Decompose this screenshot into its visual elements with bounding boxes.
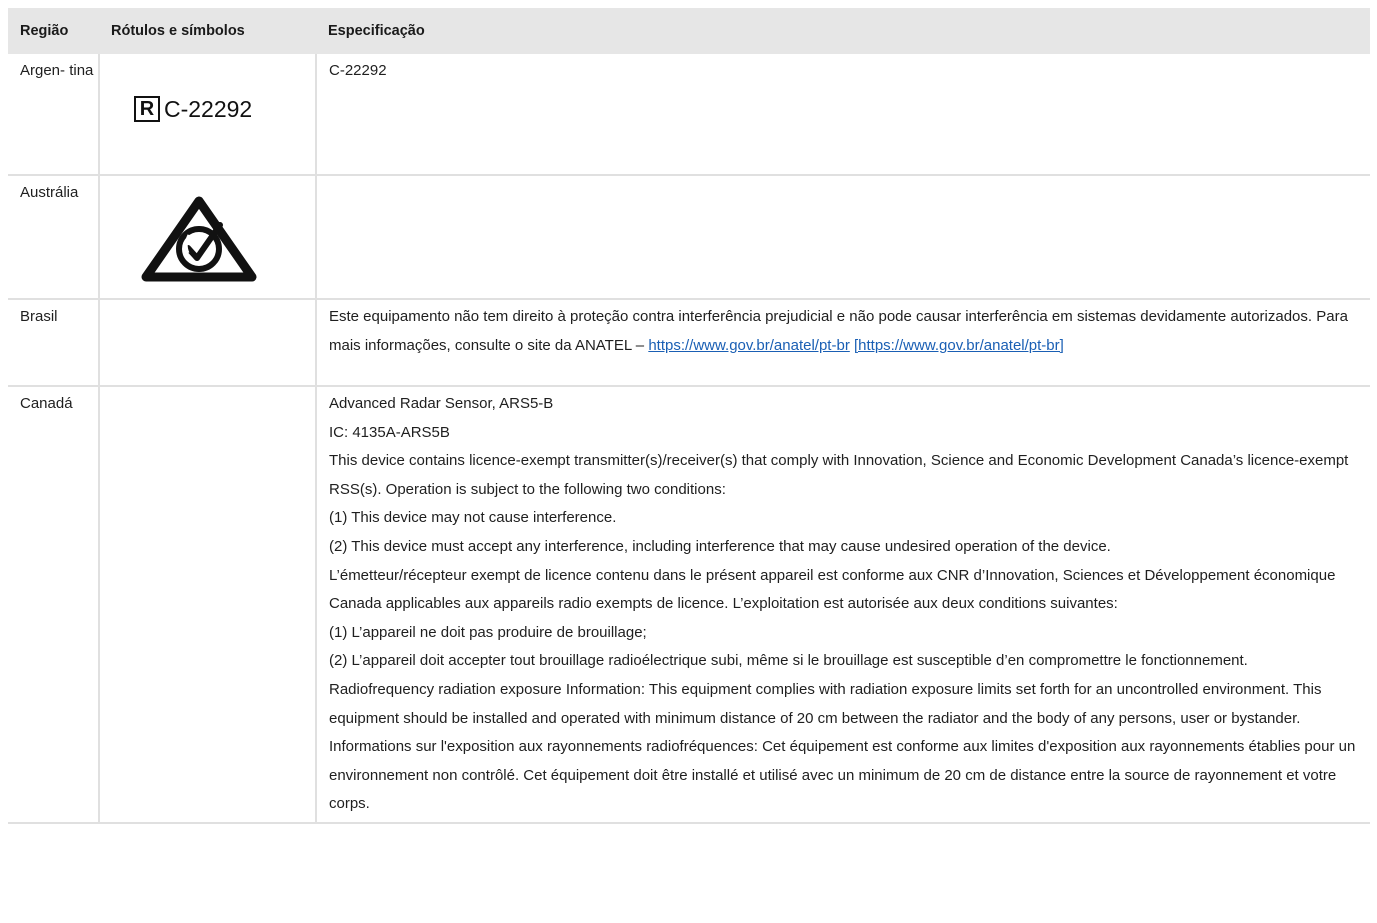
anatel-link[interactable]: https://www.gov.br/anatel/pt-br bbox=[648, 337, 849, 354]
spec-line-en-condition-2: (2) This device must accept any interfer… bbox=[329, 537, 1111, 555]
spec-line-en-condition-1: (1) This device may not cause interferen… bbox=[329, 509, 617, 527]
header-region: Região bbox=[8, 8, 99, 54]
header-labels-symbols: Rótulos e símbolos bbox=[99, 8, 316, 54]
spec-line-en-rf-exposure: Radiofrequency radiation exposure Inform… bbox=[329, 680, 1322, 727]
spec-line-ic: IC: 4135A-ARS5B bbox=[329, 423, 450, 441]
rcm-compliance-mark-icon bbox=[141, 196, 257, 282]
spec-cell-argentina: C-22292 bbox=[315, 54, 1370, 176]
argentina-symbol-code: C-22292 bbox=[164, 96, 253, 122]
spec-line-product: Advanced Radar Sensor, ARS5-B bbox=[329, 395, 554, 412]
region-name: Argen- tina bbox=[20, 62, 94, 79]
spec-paragraph: Este equipamento não tem direito à prote… bbox=[329, 303, 1358, 360]
table-header-row: Região Rótulos e símbolos Especificação bbox=[8, 8, 1370, 54]
symbol-cell-australia bbox=[98, 175, 316, 300]
region-name: Austrália bbox=[20, 184, 79, 201]
spec-cell-brasil: Este equipamento não tem direito à prote… bbox=[315, 299, 1370, 387]
spec-line-fr-condition-2: (2) L’appareil doit accepter tout brouil… bbox=[329, 652, 1248, 670]
argentina-symbol: R C-22292 bbox=[134, 95, 303, 124]
symbol-cell-argentina: R C-22292 bbox=[98, 54, 316, 176]
registered-r-box-icon: R bbox=[134, 96, 160, 123]
spec-line-en-compliance: This device contains licence-exempt tran… bbox=[329, 452, 1349, 498]
symbol-cell-brasil bbox=[98, 299, 316, 387]
regulatory-table: Região Rótulos e símbolos Especificação … bbox=[8, 8, 1370, 824]
spec-text: C-22292 bbox=[329, 62, 387, 79]
table-row-brasil: Brasil Este equipamento não tem direito … bbox=[8, 299, 1370, 387]
spec-line-fr-rf-exposure: Informations sur l'exposition aux rayonn… bbox=[329, 738, 1356, 813]
table-row-argentina: Argen- tina R C-22292 C-22292 bbox=[8, 54, 1370, 176]
region-cell-canada: Canadá bbox=[8, 386, 99, 824]
spec-cell-canada: Advanced Radar Sensor, ARS5-B IC: 4135A-… bbox=[315, 386, 1370, 824]
table-row-australia: Austrália bbox=[8, 175, 1370, 300]
table-row-canada: Canadá Advanced Radar Sensor, ARS5-B IC:… bbox=[8, 386, 1370, 824]
region-cell-argentina: Argen- tina bbox=[8, 54, 99, 176]
spec-line-fr-compliance: L’émetteur/récepteur exempt de licence c… bbox=[329, 566, 1336, 613]
symbol-cell-canada bbox=[98, 386, 316, 824]
header-specification: Especificação bbox=[316, 8, 1370, 54]
region-cell-brasil: Brasil bbox=[8, 299, 99, 387]
region-cell-australia: Austrália bbox=[8, 175, 99, 300]
anatel-link-bracketed[interactable]: [https://www.gov.br/anatel/pt-br] bbox=[854, 337, 1064, 354]
document-page: Região Rótulos e símbolos Especificação … bbox=[0, 0, 1377, 923]
region-name: Brasil bbox=[20, 308, 58, 325]
spec-line-fr-condition-1: (1) L’appareil ne doit pas produire de b… bbox=[329, 623, 647, 641]
spec-cell-australia bbox=[315, 175, 1370, 300]
region-name: Canadá bbox=[20, 395, 73, 412]
